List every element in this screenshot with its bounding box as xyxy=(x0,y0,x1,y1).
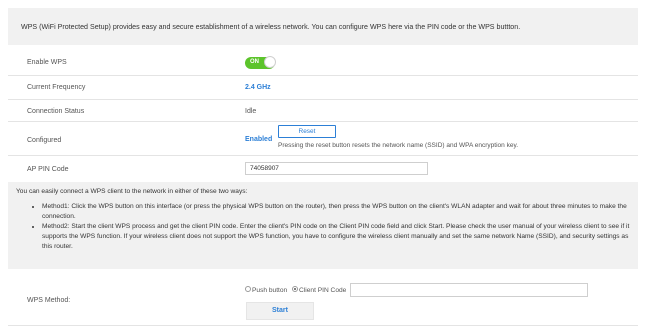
push-button-radio[interactable] xyxy=(245,286,251,293)
client-pin-option-label[interactable]: Client PIN Code xyxy=(299,287,346,294)
current-frequency-row xyxy=(8,76,638,100)
configured-value: Enabled xyxy=(245,136,273,143)
connection-status-value: Idle xyxy=(245,108,257,115)
enable-wps-toggle[interactable]: ON xyxy=(245,56,276,69)
ap-pin-label: AP PIN Code xyxy=(27,166,69,173)
connection-status-label: Connection Status xyxy=(27,108,85,115)
wps-method-label: WPS Method: xyxy=(27,297,71,304)
ap-pin-field[interactable]: 74058907 xyxy=(245,162,428,175)
toggle-knob xyxy=(264,56,276,68)
push-button-option-label[interactable]: Push button xyxy=(252,287,287,294)
toggle-on-text: ON xyxy=(250,59,259,65)
configured-label: Configured xyxy=(27,137,62,144)
intro-text: WPS (WiFi Protected Setup) provides easy… xyxy=(21,22,521,31)
start-button[interactable]: Start xyxy=(246,302,314,320)
enable-wps-row xyxy=(8,50,638,76)
reset-note: Pressing the reset button resets the net… xyxy=(278,142,519,149)
client-pin-radio[interactable] xyxy=(292,286,299,293)
current-frequency-value: 2.4 GHz xyxy=(245,84,271,91)
method-2-item: Method2: Start the client WPS process an… xyxy=(42,222,630,252)
intro-banner: WPS (WiFi Protected Setup) provides easy… xyxy=(8,8,638,45)
wps-method-options: Push button Client PIN Code xyxy=(245,286,346,294)
wps-method-row xyxy=(8,271,638,326)
enable-wps-label: Enable WPS xyxy=(27,59,67,66)
wps-info-panel: You can easily connect a WPS client to t… xyxy=(8,182,638,269)
method-list: Method1: Click the WPS button on this in… xyxy=(16,202,630,252)
info-heading: You can easily connect a WPS client to t… xyxy=(16,188,248,195)
connection-status-row xyxy=(8,100,638,122)
method-1-item: Method1: Click the WPS button on this in… xyxy=(42,202,630,222)
current-frequency-label: Current Frequency xyxy=(27,84,86,91)
client-pin-input[interactable] xyxy=(350,283,588,297)
reset-button[interactable]: Reset xyxy=(278,125,336,138)
wps-settings-page: WPS (WiFi Protected Setup) provides easy… xyxy=(0,0,650,332)
